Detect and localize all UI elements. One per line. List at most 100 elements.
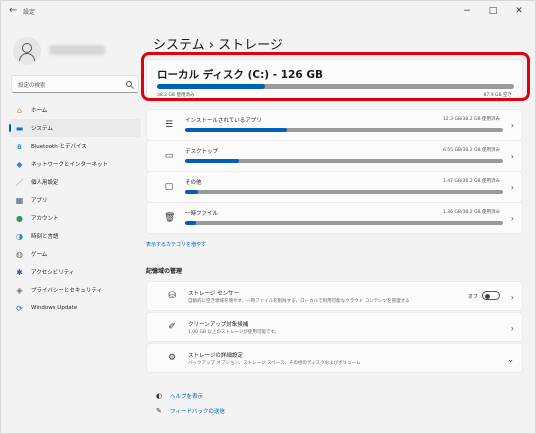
sidebar-item-3[interactable]: ◆ ネットワークとインターネット: [9, 155, 141, 173]
back-arrow-icon[interactable]: ←: [9, 5, 17, 16]
toggle-state-label: オフ: [467, 294, 478, 300]
sidebar-item-label: アカウント: [31, 216, 59, 222]
help-link-label: ヘルプを表示: [170, 394, 204, 400]
user-avatar-icon[interactable]: [13, 37, 41, 65]
sidebar-item-7[interactable]: ◑ 時刻と言語: [9, 227, 141, 245]
sidebar-item-1[interactable]: ▬ システム: [9, 119, 141, 137]
feedback-link[interactable]: ✎ フィードバックの送信: [156, 407, 225, 415]
storage-setting-row[interactable]: ⚙ ストレージの詳細設定バックアップ オプション、ストレージ スペース、その他のデ…: [146, 343, 523, 373]
feedback-link-label: フィードバックの送信: [170, 409, 225, 415]
category-usage-bar: [185, 190, 503, 194]
sidebar-item-label: ゲーム: [31, 252, 48, 258]
category-usage-fill: [185, 221, 197, 225]
chevron-right-icon: ›: [510, 183, 514, 192]
help-icon: ◐: [156, 392, 163, 400]
setting-description: 1.00 GB 以上のストレージが使用可能です。: [188, 330, 279, 335]
system-icon: ▬: [15, 123, 24, 133]
search-placeholder: 設定の検索: [18, 83, 46, 89]
sidebar-item-2[interactable]: ʙ Bluetooth とデバイス: [9, 137, 141, 155]
feedback-icon: ✎: [156, 407, 162, 415]
storage-category-row[interactable]: ▢ その他 1.47 GB/38.2 GB 使用済み ›: [146, 171, 523, 203]
sidebar-item-9[interactable]: ✱ アクセシビリティ: [9, 263, 141, 281]
storage-sense-toggle[interactable]: [482, 291, 500, 300]
minimize-button[interactable]: −: [457, 4, 477, 18]
advanced-storage-icon: ⚙: [167, 353, 177, 363]
sidebar-nav: ⌂ ホーム ▬ システム ʙ Bluetooth とデバイス ◆ ネットワークとインターネット…: [9, 101, 141, 317]
home-icon: ⌂: [16, 105, 23, 115]
desktop-icon: ▭: [164, 151, 174, 161]
bluetooth-icon: ʙ: [17, 141, 22, 151]
chevron-icon: ⌄: [507, 355, 514, 364]
sidebar-item-6[interactable]: ● アカウント: [9, 209, 141, 227]
setting-title: ストレージ センサー: [188, 291, 240, 297]
toggle-knob: [485, 293, 490, 299]
user-name-redacted: [49, 45, 105, 55]
chevron-icon: ›: [510, 293, 514, 302]
chevron-right-icon: ›: [510, 152, 514, 161]
category-usage-fill: [185, 190, 198, 194]
chevron-icon: ›: [510, 324, 514, 333]
settings-window: ← 設定 − □ ✕ 設定の検索 ⌂ ホーム ▬ システム ʙ Bluetooth とデバ…: [0, 0, 536, 434]
time-language-icon: ◑: [16, 231, 23, 241]
category-usage-text: 1.36 GB/38.2 GB 使用済み: [443, 210, 500, 215]
sidebar-item-label: ホーム: [31, 108, 48, 114]
show-more-categories-link[interactable]: 表示するカテゴリを増やす: [146, 241, 206, 248]
category-label: インストールされているアプリ: [185, 118, 262, 124]
sidebar-item-8[interactable]: ◍ ゲーム: [9, 245, 141, 263]
apps-icon: ▦: [15, 195, 24, 205]
category-label: その他: [185, 180, 202, 186]
accounts-icon: ●: [16, 213, 23, 223]
chevron-right-icon: ›: [510, 121, 514, 130]
search-icon[interactable]: [126, 81, 132, 87]
red-highlight-box: [141, 52, 530, 101]
setting-title: ストレージの詳細設定: [188, 353, 243, 359]
personalization-icon: ／: [15, 177, 24, 187]
storage-sense-icon: ⛁: [168, 291, 176, 301]
setting-description: バックアップ オプション、ストレージ スペース、その他のディスクおよびボリューム: [188, 361, 361, 366]
gaming-icon: ◍: [16, 249, 23, 259]
sidebar-item-label: Windows Update: [31, 305, 78, 311]
close-button[interactable]: ✕: [509, 4, 529, 18]
storage-setting-row[interactable]: ✐ クリーンアップ対象候補 1.00 GB 以上のストレージが使用可能です。 ›: [146, 312, 523, 342]
sidebar-item-label: 個人用設定: [31, 180, 59, 186]
category-usage-fill: [185, 128, 287, 132]
other-files-icon: ▢: [164, 182, 174, 192]
sidebar-item-label: アプリ: [31, 198, 48, 204]
category-usage-text: 12.3 GB/38.2 GB 使用済み: [443, 117, 500, 122]
windows-update-icon: ⟳: [16, 303, 23, 313]
privacy-icon: ◈: [16, 285, 23, 295]
sidebar-item-10[interactable]: ◈ プライバシーとセキュリティ: [9, 281, 141, 299]
sidebar-item-0[interactable]: ⌂ ホーム: [9, 101, 141, 119]
category-usage-text: 6.55 GB/38.2 GB 使用済み: [443, 148, 500, 153]
sidebar-item-label: Bluetooth とデバイス: [31, 144, 87, 150]
storage-management-heading: 記憶域の管理: [146, 268, 183, 275]
apps-list-icon: ☰: [164, 120, 174, 130]
setting-title: クリーンアップ対象候補: [188, 322, 249, 328]
storage-category-row[interactable]: ▭ デスクトップ 6.55 GB/38.2 GB 使用済み ›: [146, 140, 523, 172]
storage-setting-row[interactable]: ⛁ ストレージ センサー自動的に空き領域を増やす、一時ファイルを削除する、ローカル…: [146, 281, 523, 311]
settings-search-input[interactable]: 設定の検索: [11, 75, 139, 93]
page-title: システム › ストレージ: [153, 38, 283, 53]
category-usage-bar: [185, 221, 503, 225]
sidebar-item-label: プライバシーとセキュリティ: [31, 288, 103, 294]
app-title: 設定: [23, 9, 36, 16]
sidebar-item-label: システム: [31, 126, 53, 132]
sidebar-item-5[interactable]: ▦ アプリ: [9, 191, 141, 209]
sidebar-item-4[interactable]: ／ 個人用設定: [9, 173, 141, 191]
storage-category-row[interactable]: 🗑 一時ファイル 1.36 GB/38.2 GB 使用済み ›: [146, 202, 523, 234]
maximize-button[interactable]: □: [483, 4, 503, 18]
sidebar-item-11[interactable]: ⟳ Windows Update: [9, 299, 141, 317]
accessibility-icon: ✱: [16, 267, 23, 277]
help-link[interactable]: ◐ ヘルプを表示: [156, 392, 203, 400]
category-usage-bar: [185, 128, 503, 132]
trash-icon: 🗑: [164, 213, 176, 223]
category-label: 一時ファイル: [185, 211, 219, 217]
category-usage-bar: [185, 159, 503, 163]
storage-category-row[interactable]: ☰ インストールされているアプリ 12.3 GB/38.2 GB 使用済み ›: [146, 109, 523, 141]
sidebar-item-label: 時刻と言語: [31, 234, 59, 240]
network-icon: ◆: [16, 159, 23, 169]
cleanup-icon: ✐: [168, 322, 176, 332]
title-bar: ← 設定 − □ ✕: [1, 1, 535, 23]
setting-description: 自動的に空き領域を増やす、一時ファイルを削除する、ローカルで利用可能なクラウド …: [188, 299, 410, 304]
category-usage-text: 1.47 GB/38.2 GB 使用済み: [443, 179, 500, 184]
